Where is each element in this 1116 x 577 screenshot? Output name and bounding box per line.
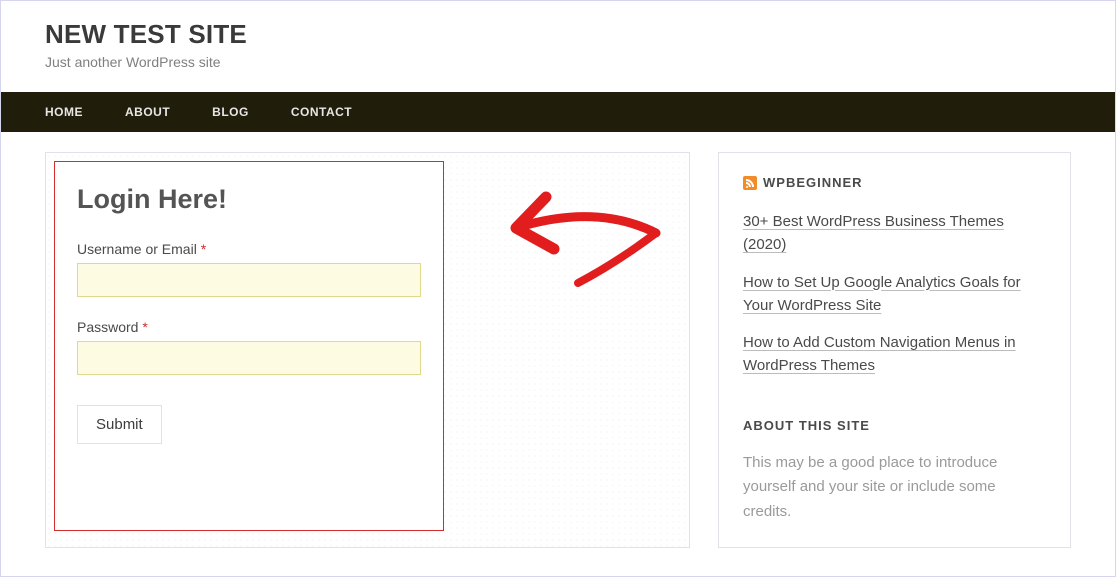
- rss-widget-title: WPBEGINNER: [743, 175, 1046, 190]
- site-tagline: Just another WordPress site: [45, 54, 1071, 70]
- sidebar: WPBEGINNER 30+ Best WordPress Business T…: [718, 152, 1071, 548]
- feed-item[interactable]: 30+ Best WordPress Business Themes (2020…: [743, 210, 1046, 257]
- login-form-box: Login Here! Username or Email * Password…: [54, 161, 444, 531]
- nav-about[interactable]: ABOUT: [125, 105, 170, 119]
- rss-feed-list: 30+ Best WordPress Business Themes (2020…: [743, 210, 1046, 378]
- about-widget-text: This may be a good place to introduce yo…: [743, 451, 1046, 525]
- main-nav: HOME ABOUT BLOG CONTACT: [1, 92, 1115, 132]
- annotation-arrow-icon: [476, 183, 686, 303]
- nav-home[interactable]: HOME: [45, 105, 83, 119]
- password-label-text: Password: [77, 319, 138, 335]
- nav-blog[interactable]: BLOG: [212, 105, 249, 119]
- feed-item[interactable]: How to Set Up Google Analytics Goals for…: [743, 271, 1046, 318]
- password-label: Password *: [77, 319, 421, 335]
- username-label: Username or Email *: [77, 241, 421, 257]
- username-input[interactable]: [77, 263, 421, 297]
- password-input[interactable]: [77, 341, 421, 375]
- nav-contact[interactable]: CONTACT: [291, 105, 352, 119]
- about-widget-title: ABOUT THIS SITE: [743, 418, 1046, 433]
- username-label-text: Username or Email: [77, 241, 197, 257]
- rss-widget-title-text[interactable]: WPBEGINNER: [763, 175, 863, 190]
- submit-button[interactable]: Submit: [77, 405, 162, 444]
- rss-icon[interactable]: [743, 176, 757, 190]
- required-icon: *: [201, 241, 206, 257]
- site-header: NEW TEST SITE Just another WordPress sit…: [1, 1, 1115, 92]
- site-title[interactable]: NEW TEST SITE: [45, 19, 1071, 50]
- main-content-area: Login Here! Username or Email * Password…: [45, 152, 690, 548]
- login-form-title: Login Here!: [77, 184, 421, 215]
- feed-item[interactable]: How to Add Custom Navigation Menus in Wo…: [743, 331, 1046, 378]
- required-icon: *: [142, 319, 147, 335]
